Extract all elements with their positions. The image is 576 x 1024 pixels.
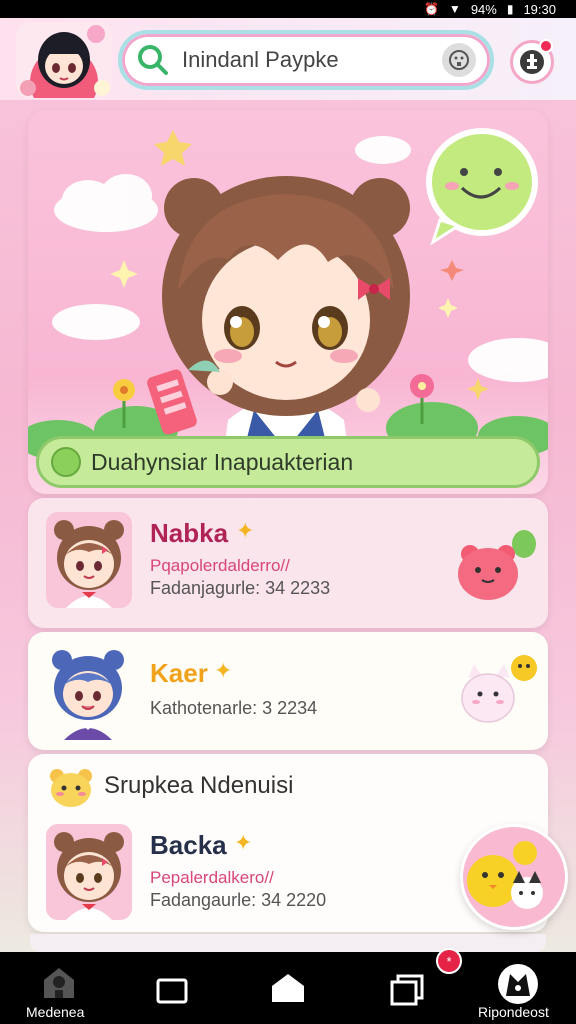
nav-item-main[interactable] (246, 952, 330, 1024)
nav-label-profile: Ripondeost (478, 1004, 549, 1020)
profile-avatar (42, 640, 134, 740)
alarm-icon: ⏰ (423, 2, 439, 16)
profile-meta: Fadanjagurle: 34 2233 (150, 578, 331, 598)
app-header: Inindanl Paypke (0, 18, 576, 100)
floating-action-button[interactable] (460, 824, 568, 930)
star-icon: ✦ (234, 830, 253, 855)
profile-name: Nabka (150, 518, 229, 548)
profile-avatar (46, 512, 132, 608)
profile-subtitle: Pqapolerdalderro// (150, 556, 290, 575)
next-card-edge (30, 934, 546, 952)
bear-sticker-icon (458, 530, 536, 600)
notification-badge (539, 39, 553, 53)
search-bar[interactable]: Inindanl Paypke (118, 30, 494, 90)
search-icon (138, 45, 168, 75)
nav-label-home: Medenea (26, 1004, 85, 1020)
nav-badge: * (436, 948, 462, 974)
user-avatar[interactable] (16, 22, 112, 98)
hero-banner-text: Duahynsiar Inapuakterian (91, 448, 354, 475)
profile-subtitle: Pepalerdalkero// (150, 868, 274, 887)
battery-icon: ▮ (506, 2, 514, 16)
profile-name: Backa (150, 830, 227, 860)
profile-name: Kaer (150, 658, 208, 688)
hero-banner[interactable]: Duahynsiar Inapuakterian (36, 436, 540, 488)
profile-avatar (46, 824, 132, 920)
nav-item-window[interactable] (130, 952, 214, 1024)
profile-meta: Kathotenarle: 3 2234 (150, 698, 318, 718)
clock: 19:30 (523, 1, 556, 17)
wifi-icon: ▼ (448, 2, 461, 16)
cat-sticker-icon (461, 655, 537, 723)
voice-search-icon[interactable] (442, 43, 476, 77)
home-icon (272, 974, 304, 1002)
section-title: Srupkea Ndenuisi (104, 772, 294, 799)
chick-icon (467, 841, 543, 909)
profile-meta: Fadangaurle: 34 2220 (150, 890, 327, 910)
profile-card[interactable]: Nabka ✦ Pqapolerdalderro// Fadanjagurle:… (28, 498, 548, 628)
bear-icon (50, 769, 92, 807)
notification-button[interactable] (510, 39, 554, 84)
hero-card[interactable]: Duahynsiar Inapuakterian (28, 110, 548, 494)
profile-card[interactable]: Kaer ✦ Kathotenarle: 3 2234 (28, 632, 548, 750)
stack-icon (390, 974, 424, 1006)
window-icon (156, 978, 188, 1004)
profile-icon (498, 964, 538, 1004)
star-icon: ✦ (236, 518, 255, 543)
status-bar: ⏰ ▼ 94% ▮ 19:30 (0, 0, 576, 18)
star-icon: ✦ (214, 658, 233, 683)
search-input[interactable]: Inindanl Paypke (182, 47, 442, 73)
nav-item-profile[interactable]: Ripondeost (460, 952, 576, 1024)
smile-icon (51, 447, 81, 477)
nav-item-home[interactable]: Medenea (0, 952, 120, 1024)
bottom-navigation: Medenea * Ripondeost (0, 948, 576, 1024)
home-house-icon (44, 968, 74, 998)
battery-percent: 94% (470, 1, 497, 17)
